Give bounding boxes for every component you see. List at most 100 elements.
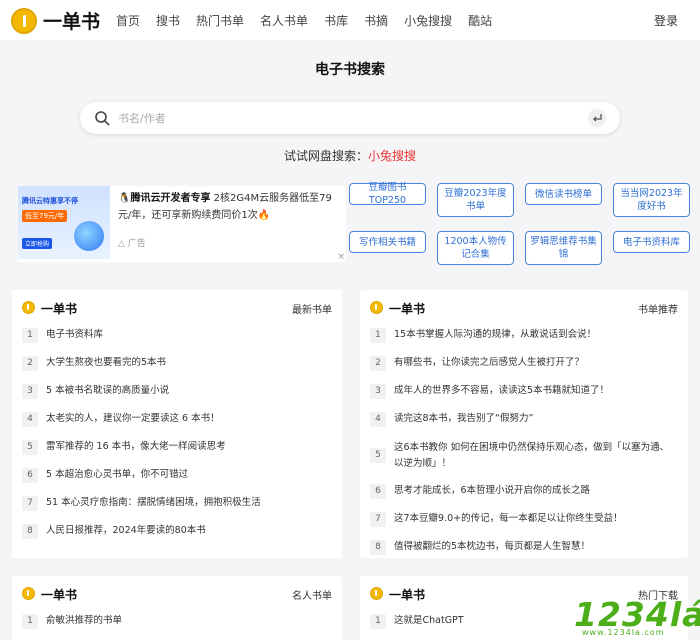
list-item[interactable]: 3 5 本被书名耽误的高质量小说 [22,384,332,399]
logo-icon [11,7,37,34]
list-item[interactable]: 2 大学生熬夜也要看完的5本书 [22,356,332,371]
list-item-title[interactable]: 成年人的世界多不容易，读读这5本书籍就知道了！ [394,384,678,398]
login-link[interactable]: 登录 [654,12,678,29]
list-item-title[interactable]: 51 本心灵疗愈指南：摆脱情绪困境，拥抱积极生活 [46,496,332,510]
list-item[interactable]: 5 雷军推荐的 16 本书，像大佬一样阅读思考 [22,440,332,455]
list-item-title[interactable]: 读完这8本书，我告别了“假努力” [394,412,678,426]
book-list: 1 15本书掌握人际沟通的规律，从敢说话到会说！ 2 有哪些书，让你读完之后感觉人生… [370,328,678,555]
rank-number: 4 [22,412,38,427]
card-celebrity-lists: 一单书 名人书单 1 俞敏洪推荐的书单 [12,576,342,640]
xiaotu-search-link[interactable]: 小兔搜搜 [368,149,416,163]
list-item[interactable]: 6 思考才能成长，6本哲理小说开启你的成长之路 [370,484,678,499]
nav-item-excerpts[interactable]: 书摘 [364,12,388,29]
list-item[interactable]: 1 15本书掌握人际沟通的规律，从敢说话到会说！ [370,328,678,343]
ad-label: △ 广告 [118,236,146,249]
nav-item-search-books[interactable]: 搜书 [156,12,180,29]
list-item-title[interactable]: 太老实的人，建议你一定要读这 6 本书！ [46,412,332,426]
site-logo[interactable]: 一单书 [11,7,100,34]
ad-triangle-icon: △ [118,239,125,249]
ad-label-text: 广告 [127,239,146,249]
rank-number: 3 [22,384,38,399]
tag-ebook-library[interactable]: 电子书资料库 [613,231,690,253]
list-item-title[interactable]: 这6本书教你 如何在困境中仍然保持乐观心态，做到「以塞为通、以逆为顺」！ [394,440,678,472]
card-category-link[interactable]: 最新书单 [292,301,332,316]
nav-item-library[interactable]: 书库 [324,12,348,29]
tag-douban-top250[interactable]: 豆瓣图书TOP250 [349,182,426,206]
tag-luoji-recommend[interactable]: 罗辑思维荐书集锦 [525,231,602,265]
nav-item-celebrity-lists[interactable]: 名人书单 [260,12,308,29]
book-list: 1 电子书资料库 2 大学生熬夜也要看完的5本书 3 5 本被书名耽误的高质量小说 4… [22,328,332,539]
card-category-link[interactable]: 名人书单 [292,587,332,602]
rank-number: 8 [22,524,38,539]
list-item[interactable]: 7 这7本豆瓣9.0+的传记，每一本都足以让你终生受益！ [370,512,678,527]
ad-image-title: 腾讯云特惠享不停 [22,197,78,205]
tag-douban-2023[interactable]: 豆瓣2023年度书单 [437,183,514,217]
fire-icon: 🔥 [257,210,271,221]
logo-text: 一单书 [43,11,101,33]
list-item-title[interactable]: 电子书资料库 [46,328,332,342]
card-title: 一单书 [389,588,426,602]
rank-number: 2 [22,356,38,371]
rank-number: 8 [370,540,386,555]
ad-image[interactable]: 腾讯云特惠享不停 低至79元/年 立即抢购 [18,186,110,259]
ad-banner[interactable]: 腾讯云特惠享不停 低至79元/年 立即抢购 🐧腾讯云开发者专享 2核2G4M云服… [18,186,346,262]
book-list: 1 俞敏洪推荐的书单 [22,614,332,629]
nav-item-xiaotu-search[interactable]: 小兔搜搜 [404,12,452,29]
list-item[interactable]: 7 51 本心灵疗愈指南：摆脱情绪困境，拥抱积极生活 [22,496,332,511]
nav-item-cool-sites[interactable]: 酷站 [468,12,492,29]
rank-number: 7 [370,512,386,527]
list-item-title[interactable]: 雷军推荐的 16 本书，像大佬一样阅读思考 [46,440,332,454]
list-item[interactable]: 2 有哪些书，让你读完之后感觉人生被打开了？ [370,356,678,371]
book-logo-icon [370,301,383,314]
ad-close-icon[interactable]: × [337,252,345,262]
list-item[interactable]: 8 人民日报推荐，2024年要读的80本书 [22,524,332,539]
list-item[interactable]: 3 成年人的世界多不容易，读读这5本书籍就知道了！ [370,384,678,399]
card-header: 一单书 最新书单 [22,300,332,316]
search-input[interactable] [118,108,558,128]
card-category-link[interactable]: 书单推荐 [638,301,678,316]
nav-item-hot-lists[interactable]: 热门书单 [196,12,244,29]
list-item-title[interactable]: 15本书掌握人际沟通的规律，从敢说话到会说！ [394,328,678,342]
list-item-title[interactable]: 人民日报推荐，2024年要读的80本书 [46,524,332,538]
ad-text-title: 腾讯云开发者专享 [130,193,211,204]
list-item[interactable]: 4 太老实的人，建议你一定要读这 6 本书！ [22,412,332,427]
rank-number: 4 [370,412,386,427]
netdisk-search-hint: 试试网盘搜索：小兔搜搜 [0,147,700,164]
list-item-title[interactable]: 思考才能成长，6本哲理小说开启你的成长之路 [394,484,678,498]
site-watermark: 1234lá www.1234la.com [574,598,700,638]
netdisk-search-prefix: 试试网盘搜索： [283,149,368,163]
book-logo-icon [22,301,35,314]
list-item[interactable]: 4 读完这8本书，我告别了“假努力” [370,412,678,427]
list-item-title[interactable]: 这7本豆瓣9.0+的传记，每一本都足以让你终生受益！ [394,512,678,526]
tag-writing-books[interactable]: 写作相关书籍 [349,231,426,253]
rank-number: 6 [370,484,386,499]
nav-item-home[interactable]: 首页 [116,12,140,29]
ad-text[interactable]: 🐧腾讯云开发者专享 2核2G4M云服务器低至79元/年，还可享新购续费同价1次🔥 [118,190,344,224]
list-item-title[interactable]: 5 本被书名耽误的高质量小说 [46,384,332,398]
list-item-title[interactable]: 俞敏洪推荐的书单 [46,614,332,628]
tag-biographies[interactable]: 1200本人物传记合集 [437,231,514,265]
list-item[interactable]: 8 值得被翻烂的5本枕边书，每页都是人生智慧！ [370,540,678,555]
rank-number: 2 [370,356,386,371]
tag-weread-list[interactable]: 微信读书榜单 [525,183,602,205]
list-item-title[interactable]: 大学生熬夜也要看完的5本书 [46,356,332,370]
list-item[interactable]: 5 这6本书教你 如何在困境中仍然保持乐观心态，做到「以塞为通、以逆为顺」！ [370,440,678,472]
rank-number: 7 [22,496,38,511]
card-title: 一单书 [389,302,426,316]
list-item[interactable]: 1 俞敏洪推荐的书单 [22,614,332,629]
list-item-title[interactable]: 有哪些书，让你读完之后感觉人生被打开了？ [394,356,678,370]
enter-icon[interactable] [588,109,606,127]
card-title: 一单书 [41,588,78,602]
page-title: 电子书搜索 [315,62,385,78]
book-logo-icon [370,587,383,600]
ad-image-button: 立即抢购 [22,238,53,249]
list-item[interactable]: 6 5 本超治愈心灵书单，你不可错过 [22,468,332,483]
tag-dangdang-2023[interactable]: 当当网2023年度好书 [613,183,690,217]
list-item[interactable]: 1 电子书资料库 [22,328,332,343]
search-icon[interactable] [94,110,110,126]
card-header: 一单书 名人书单 [22,586,332,602]
rank-number: 5 [22,440,38,455]
list-item-title[interactable]: 5 本超治愈心灵书单，你不可错过 [46,468,332,482]
list-item-title[interactable]: 值得被翻烂的5本枕边书，每页都是人生智慧！ [394,540,678,554]
rank-number: 3 [370,384,386,399]
